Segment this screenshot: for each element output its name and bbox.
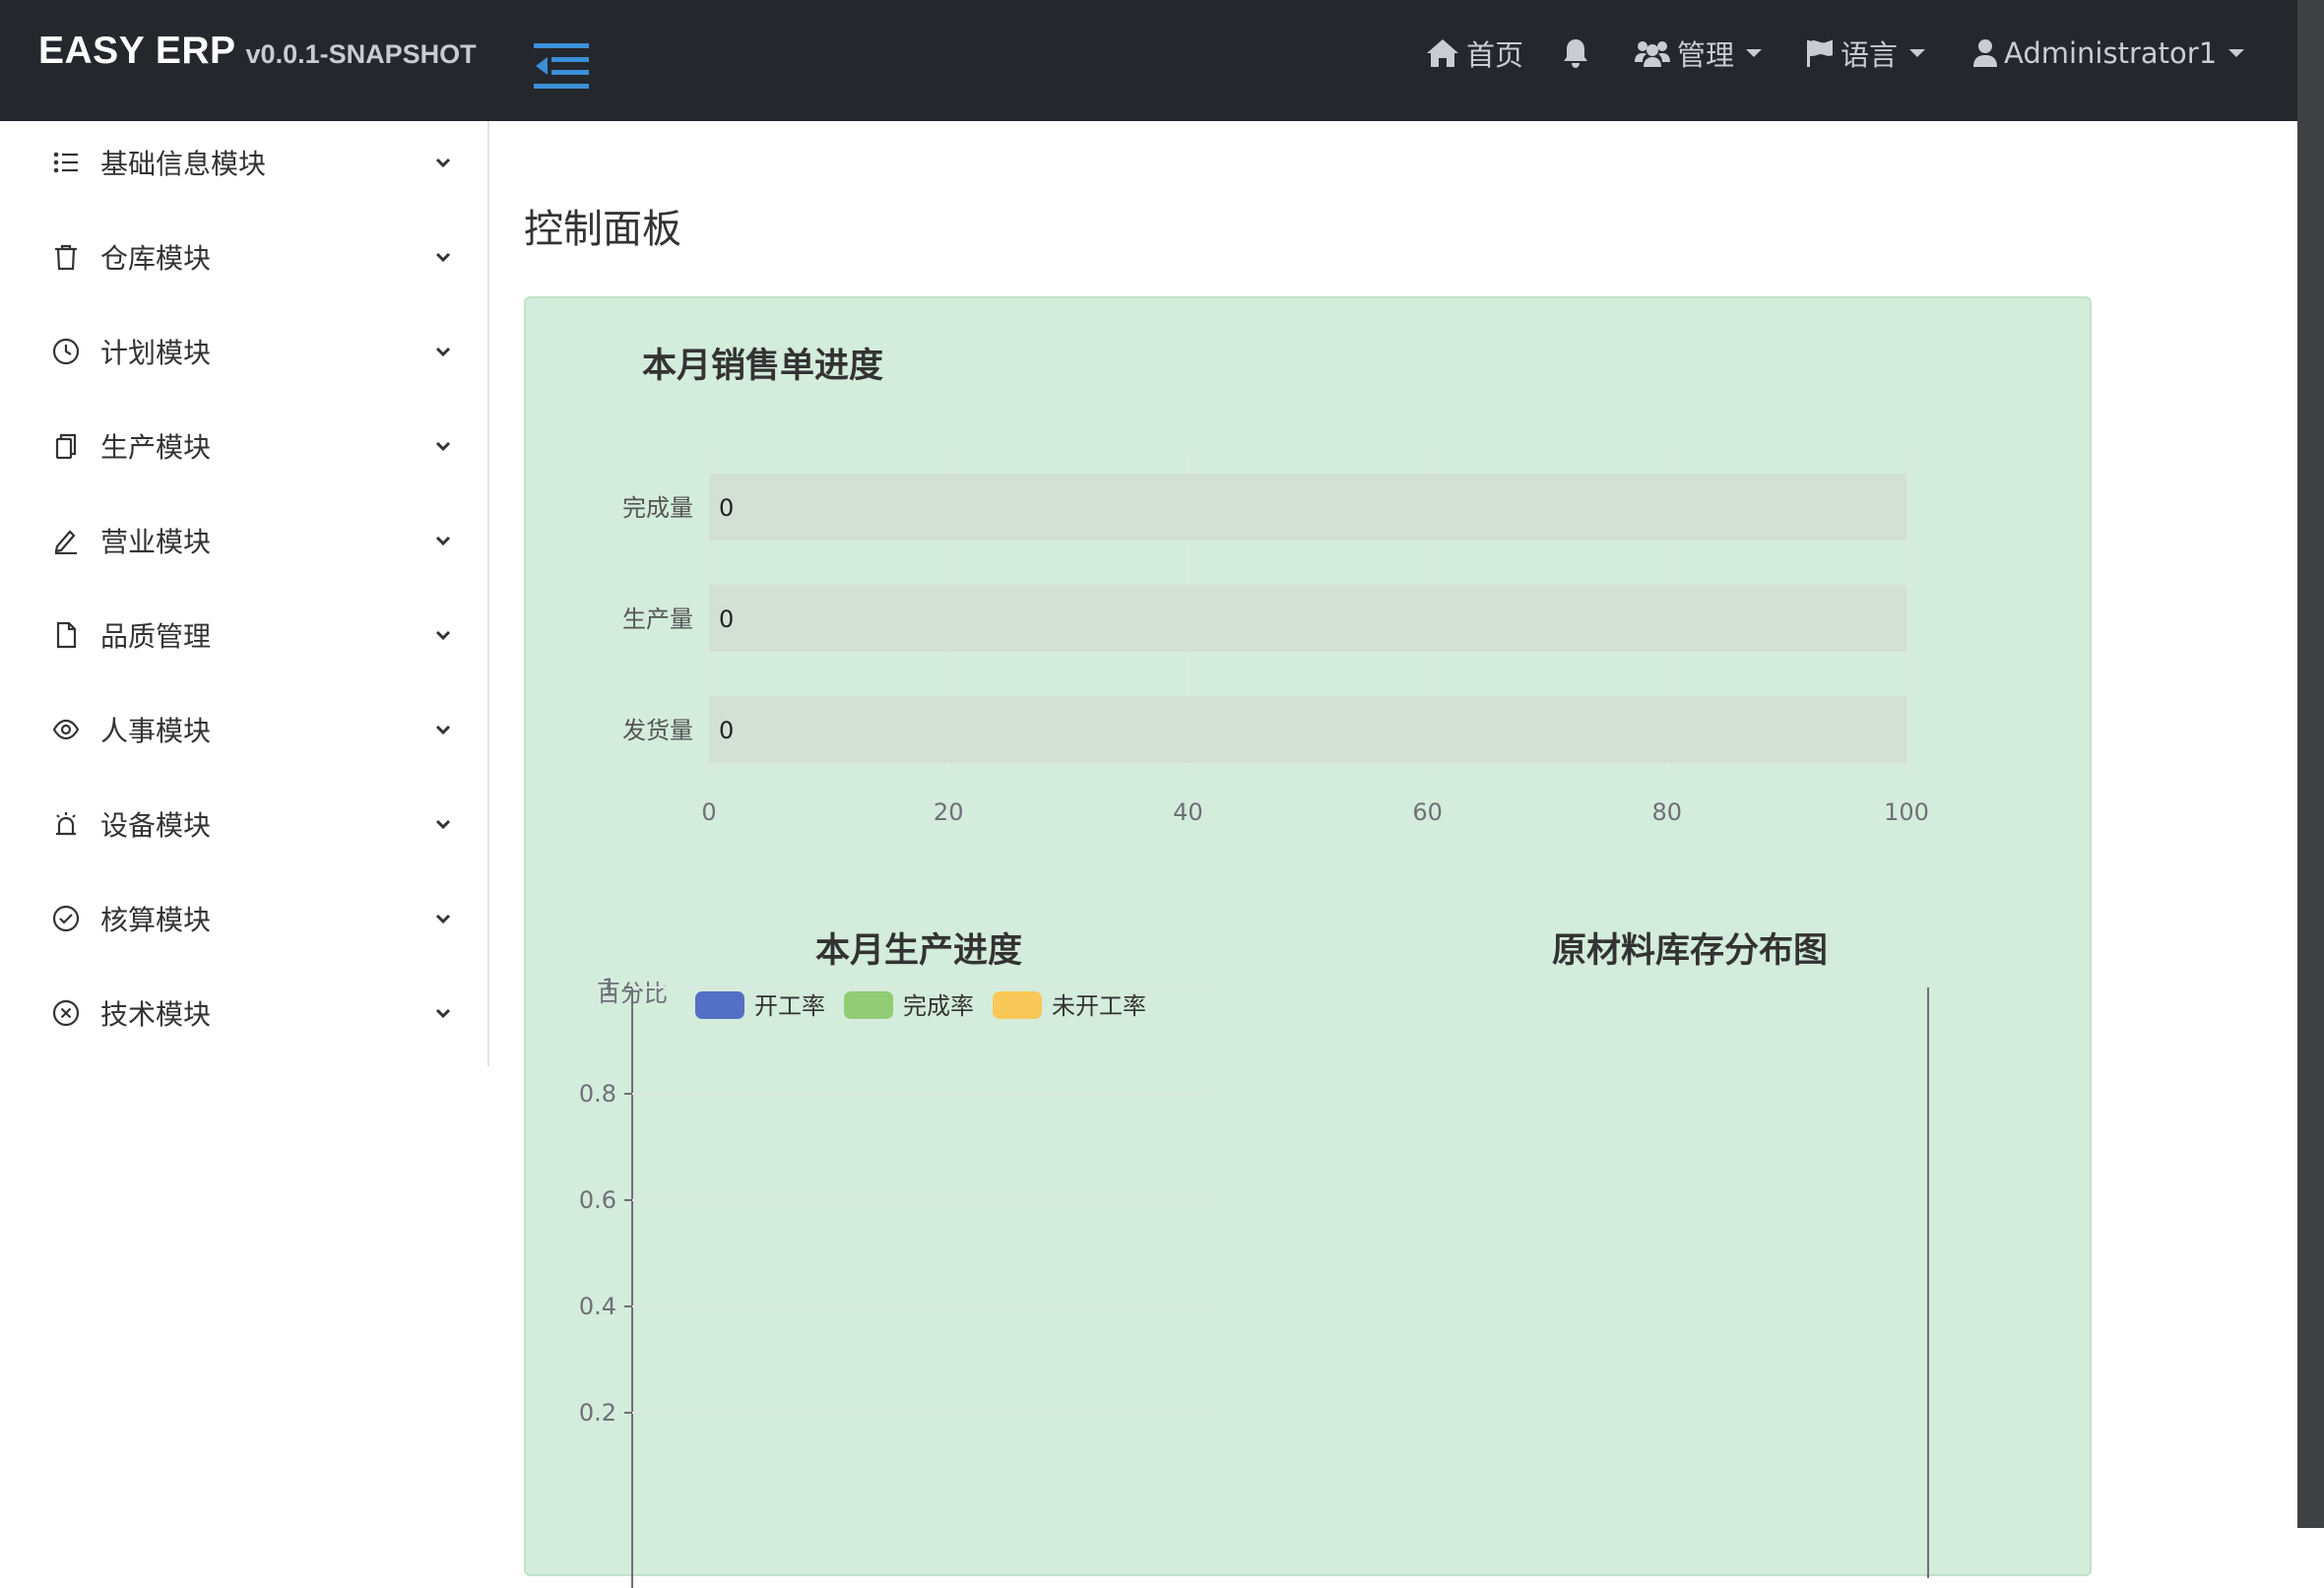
- sidebar-item-label: 基础信息模块: [100, 148, 267, 180]
- brand-version: v0.0.1-SNAPSHOT: [245, 39, 477, 69]
- clock-icon: [51, 337, 81, 366]
- x-tick-label: 100: [1884, 798, 1929, 826]
- legend-swatch: [695, 991, 744, 1019]
- data-label: 0: [719, 717, 734, 744]
- nav-manage-label: 管理: [1677, 38, 1735, 72]
- caret-down-icon: [1746, 49, 1763, 57]
- copy-icon: [51, 431, 81, 461]
- sidebar-item-hr[interactable]: 人事模块: [0, 698, 487, 761]
- caret-down-icon: [2228, 49, 2245, 57]
- sidebar-item-label: 技术模块: [100, 998, 212, 1031]
- legend-swatch: [993, 991, 1042, 1019]
- x-tick-label: 40: [1173, 798, 1203, 826]
- data-label: 0: [719, 494, 734, 522]
- chevron-down-icon: [433, 531, 453, 550]
- legend-label: 完成率: [903, 992, 974, 1020]
- bar-background: [709, 585, 1906, 652]
- chevron-down-icon: [433, 436, 453, 456]
- flag-icon: [1807, 40, 1833, 67]
- sidebar: 基础信息模块 仓库模块 计划模块 生产模块 营业模块 品质管理 人事模块 设备模…: [0, 121, 489, 1066]
- sidebar-item-business[interactable]: 营业模块: [0, 509, 487, 572]
- trash-icon: [51, 242, 81, 272]
- sidebar-item-label: 生产模块: [100, 431, 212, 464]
- list-icon: [51, 148, 81, 177]
- notifications-button[interactable]: [1562, 30, 1589, 77]
- nav-home-link[interactable]: 首页: [1425, 30, 1523, 77]
- legend-label: 未开工率: [1052, 992, 1146, 1020]
- pen-icon: [51, 526, 81, 555]
- legend-swatch: [844, 991, 893, 1019]
- sidebar-item-quality[interactable]: 品质管理: [0, 603, 487, 667]
- menu-collapse-icon: [534, 43, 589, 89]
- window-edge: [2297, 0, 2324, 1528]
- production-progress-chart: 百分比10.80.60.40.2开工率 完成率 未开工率: [579, 978, 1205, 1588]
- nav-home-label: 首页: [1466, 38, 1524, 72]
- bar-background: [709, 474, 1906, 540]
- alarm-icon: [51, 809, 81, 839]
- file-icon: [51, 620, 81, 650]
- x-tick-label: 20: [934, 798, 964, 826]
- nav-language-label: 语言: [1840, 38, 1899, 72]
- legend-label: 开工率: [754, 992, 825, 1020]
- sidebar-item-warehouse[interactable]: 仓库模块: [0, 225, 487, 288]
- y-tick-label: 0.6: [579, 1186, 616, 1214]
- bell-icon: [1564, 39, 1587, 68]
- chevron-down-icon: [433, 814, 453, 834]
- category-label: 生产量: [622, 605, 693, 633]
- nav-language-dropdown[interactable]: 语言: [1805, 30, 1926, 77]
- sidebar-item-label: 营业模块: [100, 526, 212, 558]
- nav-user-label: Administrator1: [2004, 36, 2218, 70]
- sidebar-item-planning[interactable]: 计划模块: [0, 320, 487, 383]
- material-chart-title: 原材料库存分布图: [1552, 931, 1829, 971]
- x-circle-icon: [51, 998, 81, 1028]
- dashboard-card: 本月销售单进度 0 20 40 60 80 100 完成量 0 生产量 0 发货量 0 本月生产进度 …: [524, 296, 2092, 1588]
- sidebar-toggle-button[interactable]: [534, 41, 589, 91]
- x-tick-label: 60: [1412, 798, 1443, 826]
- chevron-down-icon: [433, 247, 453, 267]
- eye-icon: [51, 715, 81, 744]
- y-tick-label: 0.2: [579, 1399, 616, 1427]
- sales-chart-title: 本月销售单进度: [642, 347, 884, 386]
- sidebar-item-basic-info[interactable]: 基础信息模块: [0, 131, 487, 194]
- user-icon: [1973, 39, 1997, 67]
- chevron-down-icon: [433, 909, 453, 928]
- chevron-down-icon: [433, 153, 453, 172]
- page-title: 控制面板: [524, 207, 681, 252]
- sidebar-item-equipment[interactable]: 设备模块: [0, 793, 487, 856]
- category-label: 发货量: [622, 717, 693, 744]
- brand[interactable]: EASY ERP v0.0.1-SNAPSHOT: [38, 30, 477, 73]
- nav-user-dropdown[interactable]: Administrator1: [1972, 30, 2245, 77]
- chevron-down-icon: [433, 625, 453, 645]
- material-inventory-chart: [1927, 987, 1929, 1578]
- home-icon: [1427, 39, 1458, 67]
- y-tick-label: 0.8: [579, 1080, 616, 1108]
- brand-name: EASY ERP: [38, 30, 236, 72]
- chevron-down-icon: [433, 342, 453, 361]
- y-tick-label: 0.4: [579, 1293, 616, 1320]
- sidebar-item-technology[interactable]: 技术模块: [0, 982, 487, 1045]
- sidebar-item-label: 设备模块: [100, 809, 212, 842]
- sidebar-item-label: 核算模块: [100, 904, 212, 936]
- category-label: 完成量: [622, 494, 693, 522]
- caret-down-icon: [1909, 49, 1926, 57]
- sidebar-item-label: 品质管理: [100, 620, 212, 653]
- sidebar-item-label: 人事模块: [100, 715, 212, 747]
- production-chart-title: 本月生产进度: [815, 931, 1023, 971]
- x-tick-label: 0: [701, 798, 716, 826]
- data-label: 0: [719, 605, 734, 633]
- users-icon: [1635, 41, 1670, 67]
- check-circle-icon: [51, 904, 81, 933]
- sidebar-item-accounting[interactable]: 核算模块: [0, 887, 487, 950]
- bar-background: [709, 696, 1906, 763]
- sidebar-item-label: 仓库模块: [100, 242, 212, 275]
- sidebar-item-label: 计划模块: [100, 337, 212, 369]
- sidebar-item-production[interactable]: 生产模块: [0, 414, 487, 477]
- chevron-down-icon: [433, 1003, 453, 1023]
- nav-manage-dropdown[interactable]: 管理: [1634, 30, 1763, 77]
- x-tick-label: 80: [1652, 798, 1683, 826]
- top-navbar: EASY ERP v0.0.1-SNAPSHOT 首页 管理 语言 Admini…: [0, 0, 2297, 121]
- chevron-down-icon: [433, 720, 453, 739]
- y-tick-label: 1: [602, 978, 616, 1001]
